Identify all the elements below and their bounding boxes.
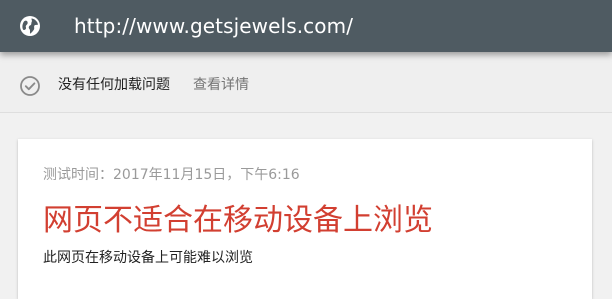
result-title: 网页不适合在移动设备上浏览 <box>43 203 433 238</box>
page-url: http://www.getsjewels.com/ <box>74 14 354 38</box>
check-circle-icon <box>19 75 41 97</box>
mobile-friendly-result-card: 测试时间：2017年11月15日，下午6:16 网页不适合在移动设备上浏览 此网… <box>18 139 592 299</box>
globe-icon <box>19 15 41 37</box>
result-description: 此网页在移动设备上可能难以浏览 <box>43 250 253 266</box>
view-details-link[interactable]: 查看详情 <box>193 74 249 96</box>
load-status-message: 没有任何加载问题 <box>58 77 170 93</box>
load-status-bar: 没有任何加载问题 查看详情 <box>0 52 612 113</box>
test-timestamp: 测试时间：2017年11月15日，下午6:16 <box>43 167 300 183</box>
url-bar: http://www.getsjewels.com/ <box>0 0 612 52</box>
